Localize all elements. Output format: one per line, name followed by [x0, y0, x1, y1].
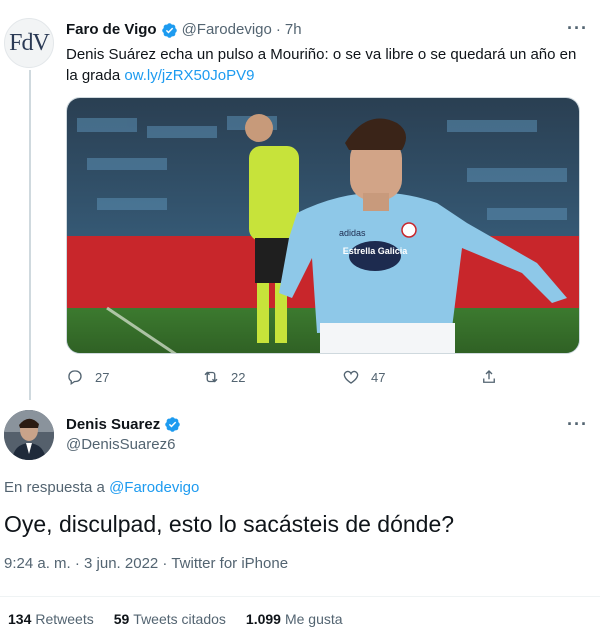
- avatar-faro-de-vigo[interactable]: FdV: [4, 18, 54, 68]
- share-icon: [483, 370, 495, 383]
- likes-stat[interactable]: 1.099 Me gusta: [246, 611, 343, 627]
- media-sponsor-logo: Estrella Galicia: [343, 246, 409, 256]
- like-count: 47: [371, 369, 386, 385]
- separator-dot: ·: [275, 21, 281, 38]
- more-options-icon[interactable]: ···: [567, 414, 588, 435]
- share-button[interactable]: [480, 368, 509, 386]
- divider: [0, 596, 600, 597]
- more-options-icon[interactable]: ···: [567, 18, 588, 39]
- main-tweet-text: Oye, disculpad, esto lo sacásteis de dón…: [4, 511, 455, 537]
- reply-context: En respuesta a @Farodevigo: [4, 479, 199, 496]
- retweets-stat[interactable]: 134 Retweets: [8, 611, 94, 627]
- media-brand-logo: adidas: [339, 228, 366, 238]
- reply-handle-link[interactable]: @Farodevigo: [109, 479, 199, 496]
- engagement-stats: 134 Retweets 59 Tweets citados 1.099 Me gus…: [8, 611, 363, 627]
- reply-count: 27: [95, 369, 110, 385]
- author-handle[interactable]: @Farodevigo: [182, 20, 272, 40]
- like-button[interactable]: 47: [342, 368, 385, 386]
- parent-tweet-header: Faro de Vigo @Farodevigo · 7h: [66, 20, 302, 40]
- tweet-action-bar: 27 22 47: [66, 368, 506, 388]
- like-icon: [343, 370, 359, 384]
- retweet-button[interactable]: 22: [202, 368, 245, 386]
- football-photo: Estrella Galicia adidas: [67, 98, 579, 353]
- tweet-link[interactable]: ow.ly/jzRX50JoPV9: [124, 67, 254, 84]
- parent-tweet-text: Denis Suárez echa un pulso a Mouriño: o …: [66, 44, 586, 86]
- verified-badge-icon: [161, 22, 177, 38]
- retweet-icon: [204, 371, 218, 383]
- quotes-stat[interactable]: 59 Tweets citados: [114, 611, 226, 627]
- tweet-media-image[interactable]: Estrella Galicia adidas: [66, 97, 580, 354]
- author-name[interactable]: Faro de Vigo: [66, 20, 157, 40]
- author-handle[interactable]: @DenisSuarez6: [66, 436, 175, 453]
- avatar-photo: [4, 410, 54, 460]
- author-name[interactable]: Denis Suarez: [66, 416, 160, 433]
- retweet-count: 22: [231, 369, 246, 385]
- reply-icon: [68, 370, 82, 386]
- reply-prefix: En respuesta a: [4, 479, 110, 496]
- reply-button[interactable]: 27: [66, 368, 109, 386]
- main-tweet-author-row: Denis Suarez: [66, 416, 185, 433]
- verified-badge-icon: [165, 417, 180, 432]
- tweet-time[interactable]: 7h: [285, 20, 302, 40]
- avatar-denis-suarez[interactable]: [4, 410, 54, 460]
- tweet-timestamp[interactable]: 9:24 a. m. · 3 jun. 2022 · Twitter for i…: [4, 555, 288, 572]
- avatar-logo-text: FdV: [9, 29, 50, 56]
- parent-tweet[interactable]: FdV Faro de Vigo @Farodevigo · 7h ··· De…: [0, 0, 614, 398]
